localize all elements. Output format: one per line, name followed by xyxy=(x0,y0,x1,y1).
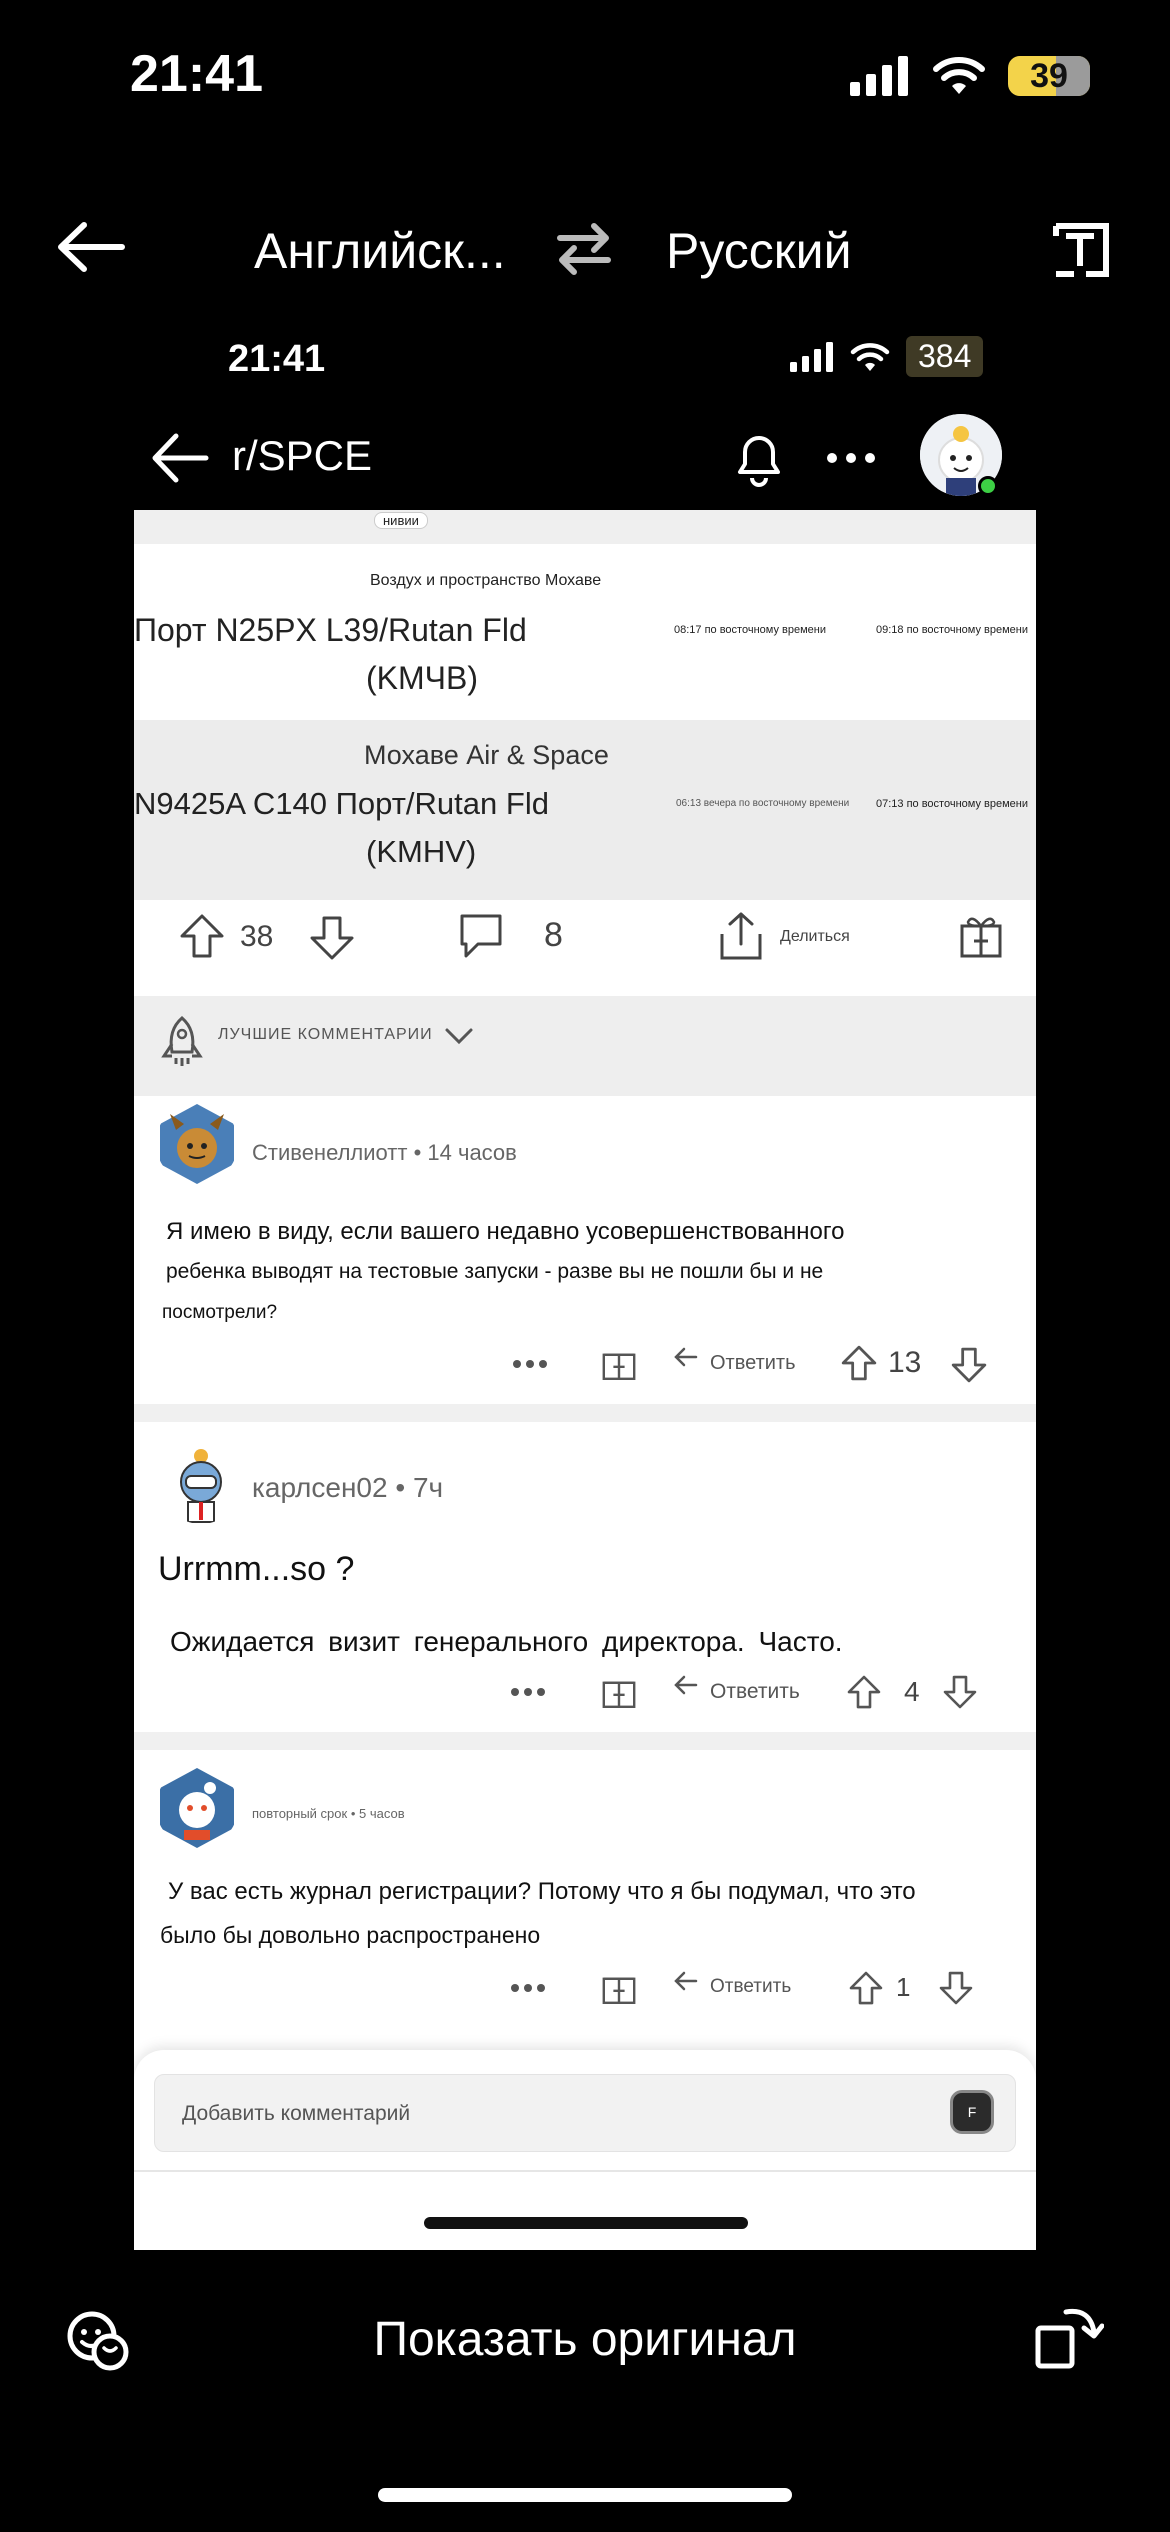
add-comment-placeholder[interactable]: Добавить комментарий xyxy=(182,2102,410,2126)
table-cell-flight: N9425A C140 Порт/Rutan Fld xyxy=(134,786,549,821)
chevron-down-icon[interactable] xyxy=(444,1026,474,1046)
table-cell-time: 06:13 вечера по восточному времени xyxy=(676,798,850,809)
award-gift-icon[interactable] xyxy=(600,1670,638,1710)
more-options-icon[interactable] xyxy=(510,1982,546,1994)
post-vote-count: 38 xyxy=(240,920,274,953)
back-arrow-icon[interactable] xyxy=(150,428,210,488)
comment-sort-bar[interactable] xyxy=(134,996,1036,1096)
rocket-icon xyxy=(161,1016,203,1066)
table-cell-flight-airport: (KMЧВ) xyxy=(366,660,478,696)
comment-vote-count: 4 xyxy=(904,1676,920,1707)
reply-button[interactable]: Ответить xyxy=(710,1352,796,1375)
inner-status-icons: 384 xyxy=(790,336,984,377)
battery-icon: 39 xyxy=(1008,56,1090,96)
target-language-button[interactable]: Русский xyxy=(666,222,852,280)
more-options-icon[interactable] xyxy=(512,1358,548,1370)
share-button[interactable]: Делиться xyxy=(780,928,850,946)
bell-icon[interactable] xyxy=(730,428,788,488)
avatar[interactable] xyxy=(156,1102,238,1184)
reply-arrow-icon[interactable] xyxy=(672,1970,698,1992)
inner-status-time: 21:41 xyxy=(228,338,326,380)
avatar[interactable] xyxy=(156,1766,238,1848)
gif-button[interactable]: F xyxy=(950,2090,994,2134)
comment-author[interactable]: карлсен02 xyxy=(252,1472,388,1503)
wifi-icon xyxy=(933,57,985,94)
show-original-button[interactable]: Показать оригинал xyxy=(0,2312,1170,2367)
reply-arrow-icon[interactable] xyxy=(672,1346,698,1368)
comment-author-line: повторный срок • 5 часов xyxy=(252,1806,405,1821)
comment-vote-count: 1 xyxy=(896,1972,911,2002)
battery-level: 39 xyxy=(1030,56,1068,95)
table-top-strip xyxy=(134,510,1036,544)
comment-age: 5 часов xyxy=(359,1806,405,1821)
table-header-badge: нивии xyxy=(374,512,428,529)
downvote-icon[interactable] xyxy=(942,1674,978,1710)
cellular-signal-icon xyxy=(790,341,833,372)
compose-divider xyxy=(134,2170,1036,2172)
comment-body-line: Я имею в виду, если вашего недавно усове… xyxy=(166,1218,845,1245)
downvote-icon[interactable] xyxy=(938,1970,974,2006)
downvote-icon[interactable] xyxy=(308,914,356,962)
cellular-signal-icon xyxy=(850,56,908,96)
comment-author-line: карлсен02 • 7ч xyxy=(252,1472,444,1503)
table-cell-location: Воздух и пространство Мохаве xyxy=(370,572,602,589)
table-cell-time: 09:18 по восточному времени xyxy=(876,624,1028,636)
downvote-icon[interactable] xyxy=(950,1346,988,1384)
comment-icon[interactable] xyxy=(458,912,504,960)
more-options-icon[interactable] xyxy=(826,450,876,466)
inner-home-indicator xyxy=(424,2217,748,2229)
comment-body-line: Urrmm...so ? xyxy=(158,1550,355,1588)
comment-divider xyxy=(134,1732,1036,1750)
subreddit-title[interactable]: r/SPCE xyxy=(232,432,372,480)
award-gift-icon[interactable] xyxy=(958,910,1004,960)
comment-age: 14 часов xyxy=(427,1140,517,1165)
upvote-icon[interactable] xyxy=(178,912,226,960)
comment-body-line: посмотрели? xyxy=(162,1302,278,1323)
upvote-icon[interactable] xyxy=(840,1344,878,1382)
share-icon[interactable] xyxy=(718,910,764,962)
table-cell-location: Мохаве Air & Space xyxy=(364,740,609,770)
home-indicator xyxy=(378,2488,792,2502)
online-indicator xyxy=(978,476,998,496)
post-page: нивии Воздух и пространство Мохаве Порт … xyxy=(134,510,1036,2250)
more-options-icon[interactable] xyxy=(510,1686,546,1698)
inner-battery-label: 384 xyxy=(906,336,984,377)
status-time: 21:41 xyxy=(130,45,263,103)
award-gift-icon[interactable] xyxy=(600,1966,638,2006)
reply-button[interactable]: Ответить xyxy=(710,1680,800,1704)
comment-author[interactable]: Стивенеллиотт xyxy=(252,1140,407,1165)
source-language-button[interactable]: Английск... xyxy=(254,222,506,280)
comment-body-line: ребенка выводят на тестовые запуски - ра… xyxy=(166,1260,824,1283)
comment-body-line: было бы довольно распространено xyxy=(160,1922,541,1948)
gif-button-label: F xyxy=(967,2104,977,2120)
table-cell-flight-airport: (KMHV) xyxy=(366,834,477,869)
comment-author[interactable]: повторный срок xyxy=(252,1806,347,1821)
sort-label[interactable]: ЛУЧШИЕ КОММЕНТАРИИ xyxy=(218,1026,433,1044)
text-mode-icon[interactable] xyxy=(1052,222,1110,278)
comment-vote-count: 13 xyxy=(888,1346,922,1379)
table-cell-time: 07:13 по восточному времени xyxy=(876,798,1028,810)
upvote-icon[interactable] xyxy=(846,1674,882,1710)
post-comment-count: 8 xyxy=(544,916,563,954)
comment-author-line: Стивенеллиотт • 14 часов xyxy=(252,1140,517,1165)
comment-divider xyxy=(134,1404,1036,1422)
table-cell-time: 08:17 по восточному времени xyxy=(674,624,826,636)
reply-button[interactable]: Ответить xyxy=(710,1976,791,1998)
comment-body-line: У вас есть журнал регистрации? Потому чт… xyxy=(168,1878,916,1905)
wifi-icon xyxy=(850,342,890,371)
back-arrow-icon[interactable] xyxy=(56,222,126,272)
comment-body-line: Ожидается визит генерального директора. … xyxy=(170,1626,843,1657)
reply-arrow-icon[interactable] xyxy=(672,1674,698,1696)
comment-age: 7ч xyxy=(412,1472,444,1503)
award-gift-icon[interactable] xyxy=(600,1342,638,1382)
table-cell-flight: Порт N25PX L39/Rutan Fld xyxy=(134,612,527,648)
swap-languages-icon[interactable] xyxy=(556,220,612,276)
avatar[interactable] xyxy=(160,1442,242,1524)
upvote-icon[interactable] xyxy=(848,1970,884,2006)
rotate-icon[interactable] xyxy=(1032,2298,1104,2372)
status-icons: 39 xyxy=(850,56,1090,96)
